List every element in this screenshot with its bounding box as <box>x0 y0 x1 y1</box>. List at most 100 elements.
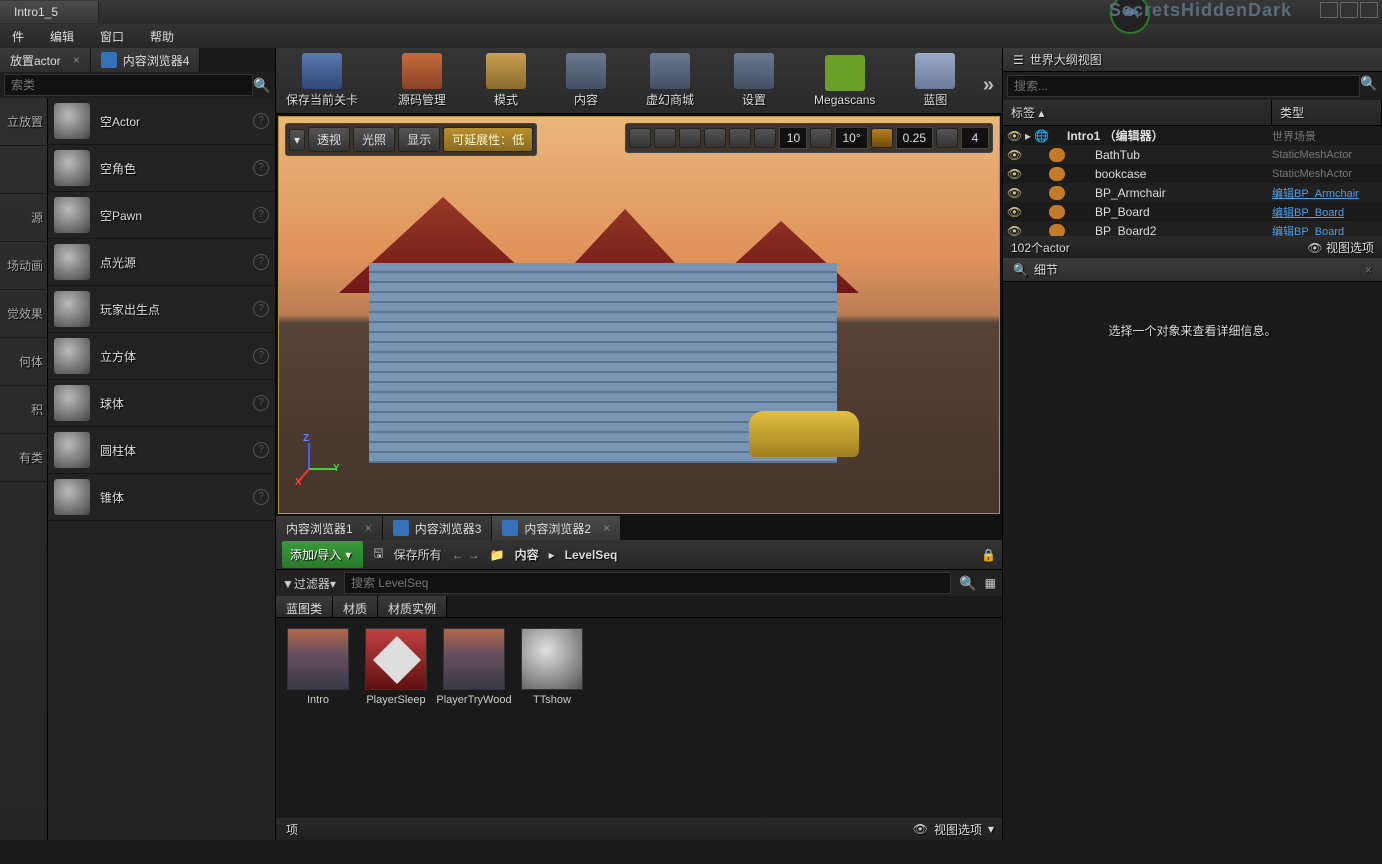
actor-type[interactable]: 编辑BP_Armchair <box>1272 185 1382 201</box>
minimize-button[interactable] <box>1320 2 1338 18</box>
transform-select-icon[interactable] <box>629 128 651 148</box>
save-icon[interactable]: 🖫 <box>373 544 383 565</box>
breadcrumb-leaf[interactable]: LevelSeq <box>565 548 618 562</box>
search-icon[interactable]: 🔍 <box>959 575 977 592</box>
visibility-icon[interactable]: 👁 <box>1007 205 1025 219</box>
camera-icon[interactable] <box>936 128 958 148</box>
nav-back-icon[interactable]: ← <box>452 548 464 562</box>
toolbar-模式[interactable]: 模式 <box>486 53 526 108</box>
visibility-icon[interactable]: 👁 <box>1007 186 1025 200</box>
tab-content-browser-3[interactable]: 内容浏览器3 <box>383 516 493 540</box>
place-actors-search[interactable] <box>4 74 253 96</box>
nav-forward-icon[interactable]: → <box>468 548 480 562</box>
asset-item[interactable]: PlayerSleep <box>364 628 428 808</box>
actor-list-item[interactable]: 玩家出生点? <box>48 286 275 333</box>
info-icon[interactable]: ? <box>253 348 269 364</box>
close-icon[interactable]: × <box>365 521 372 535</box>
outliner-search[interactable] <box>1007 75 1360 97</box>
outliner-col-type[interactable]: 类型 <box>1272 100 1382 125</box>
outliner-row[interactable]: 👁BP_Board编辑BP_Board <box>1003 202 1382 221</box>
info-icon[interactable]: ? <box>253 301 269 317</box>
actor-list-item[interactable]: 空Pawn? <box>48 192 275 239</box>
toolbar-虚幻商城[interactable]: 虚幻商城 <box>646 53 694 108</box>
category-item[interactable]: 觉效果 <box>0 290 47 338</box>
toolbar-设置[interactable]: 设置 <box>734 53 774 108</box>
grid-snap-value[interactable]: 10 <box>779 127 807 149</box>
camera-speed-value[interactable]: 0.25 <box>896 127 933 149</box>
category-item[interactable]: 有类 <box>0 434 47 482</box>
details-tab[interactable]: 🔍 细节 × <box>1003 258 1382 282</box>
transform-move-icon[interactable] <box>654 128 676 148</box>
outliner-root-row[interactable]: 👁 ▸ 🌐 Intro1 （编辑器） 世界场景 <box>1003 126 1382 145</box>
category-item[interactable]: 立放置 <box>0 98 47 146</box>
actor-list-item[interactable]: 立方体? <box>48 333 275 380</box>
scale-snap-icon[interactable] <box>871 128 893 148</box>
menu-edit[interactable]: 编辑 <box>44 25 80 48</box>
toolbar-源码管理[interactable]: 源码管理 <box>398 53 446 108</box>
info-icon[interactable]: ? <box>253 395 269 411</box>
lock-icon[interactable]: 🔒 <box>981 548 996 562</box>
toolbar-Megascans[interactable]: Megascans <box>814 55 875 107</box>
viewmode-lit[interactable]: 光照 <box>353 127 395 152</box>
menu-help[interactable]: 帮助 <box>144 25 180 48</box>
asset-item[interactable]: Intro <box>286 628 350 808</box>
transform-rotate-icon[interactable] <box>679 128 701 148</box>
toolbar-overflow-icon[interactable]: » <box>983 74 994 97</box>
angle-snap-icon[interactable] <box>810 128 832 148</box>
breadcrumb-root[interactable]: 内容 <box>515 546 539 563</box>
viewmode-perspective[interactable]: 透视 <box>308 127 350 152</box>
actor-list-item[interactable]: 点光源? <box>48 239 275 286</box>
menu-window[interactable]: 窗口 <box>94 25 130 48</box>
view-options-button[interactable]: 视图选项 <box>934 821 982 838</box>
actor-type[interactable]: 编辑BP_Board <box>1272 204 1382 220</box>
tab-place-actors[interactable]: 放置actor× <box>0 48 91 72</box>
transform-scale-icon[interactable] <box>704 128 726 148</box>
close-icon[interactable]: × <box>1365 263 1372 277</box>
world-outliner-tab[interactable]: ☰ 世界大纲视图 <box>1003 48 1382 72</box>
toolbar-蓝图[interactable]: 蓝图 <box>915 53 955 108</box>
search-icon[interactable]: 🔍 <box>1360 75 1378 97</box>
category-item[interactable]: 源 <box>0 194 47 242</box>
search-icon[interactable]: 🔍 <box>253 77 271 94</box>
outliner-row[interactable]: 👁bookcaseStaticMeshActor <box>1003 164 1382 183</box>
outliner-row[interactable]: 👁BP_Armchair编辑BP_Armchair <box>1003 183 1382 202</box>
actor-type[interactable]: 编辑BP_Board <box>1272 223 1382 237</box>
asset-item[interactable]: TTshow <box>520 628 584 808</box>
info-icon[interactable]: ? <box>253 207 269 223</box>
outliner-tree[interactable]: 👁 ▸ 🌐 Intro1 （编辑器） 世界场景 👁BathTubStaticMe… <box>1003 126 1382 236</box>
info-icon[interactable]: ? <box>253 254 269 270</box>
scalability-button[interactable]: 可延展性：低 <box>443 127 533 152</box>
tab-content-browser-1[interactable]: 内容浏览器1× <box>276 516 383 540</box>
save-all-button[interactable]: 保存所有 <box>394 546 442 563</box>
toolbar-内容[interactable]: 内容 <box>566 53 606 108</box>
view-options-button[interactable]: 视图选项 <box>1326 241 1374 255</box>
coord-space-icon[interactable] <box>729 128 751 148</box>
info-icon[interactable]: ? <box>253 160 269 176</box>
actor-list-item[interactable]: 空角色? <box>48 145 275 192</box>
folder-icon[interactable]: 📁 <box>490 548 505 562</box>
visibility-icon[interactable]: 👁 <box>1007 224 1025 237</box>
asset-grid[interactable]: IntroPlayerSleepPlayerTryWoodTTshow <box>276 618 1002 818</box>
maximize-button[interactable] <box>1340 2 1358 18</box>
tab-content-browser-4[interactable]: 内容浏览器4 <box>91 48 201 72</box>
category-item[interactable] <box>0 146 47 194</box>
content-search-input[interactable] <box>344 572 951 594</box>
filter-pill-blueprint[interactable]: 蓝图类 <box>276 596 333 617</box>
level-viewport[interactable]: ▾ 透视 光照 显示 可延展性：低 10 10° <box>278 116 1000 514</box>
grid-snap-icon[interactable] <box>754 128 776 148</box>
info-icon[interactable]: ? <box>253 489 269 505</box>
category-item[interactable]: 何体 <box>0 338 47 386</box>
close-icon[interactable]: × <box>603 521 610 535</box>
info-icon[interactable]: ? <box>253 113 269 129</box>
info-icon[interactable]: ? <box>253 442 269 458</box>
visibility-icon[interactable]: 👁 <box>1007 148 1025 162</box>
close-button[interactable] <box>1360 2 1378 18</box>
camera-speed-scalar[interactable]: 4 <box>961 127 989 149</box>
actor-list-item[interactable]: 球体? <box>48 380 275 427</box>
angle-snap-value[interactable]: 10° <box>835 127 867 149</box>
show-button[interactable]: 显示 <box>398 127 440 152</box>
category-item[interactable]: 积 <box>0 386 47 434</box>
asset-item[interactable]: PlayerTryWood <box>442 628 506 808</box>
actor-list-item[interactable]: 圆柱体? <box>48 427 275 474</box>
actor-list-item[interactable]: 锥体? <box>48 474 275 521</box>
